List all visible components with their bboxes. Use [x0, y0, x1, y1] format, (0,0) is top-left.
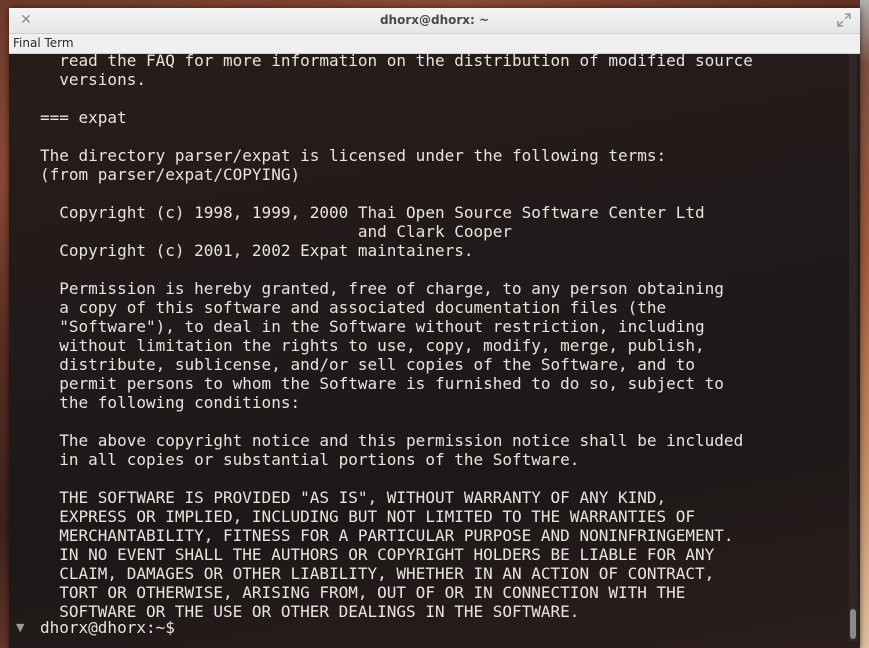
- app-name-label[interactable]: Final Term: [13, 36, 74, 50]
- terminal-line: read the FAQ for more information on the…: [40, 54, 753, 70]
- terminal-line: permit persons to whom the Software is f…: [40, 374, 724, 393]
- terminal-output: read the FAQ for more information on the…: [40, 54, 753, 621]
- triangle-down-icon[interactable]: ▼: [16, 621, 28, 634]
- terminal-line: MERCHANTABILITY, FITNESS FOR A PARTICULA…: [40, 526, 734, 545]
- maximize-icon: [837, 13, 851, 27]
- terminal-line: Copyright (c) 1998, 1999, 2000 Thai Open…: [40, 203, 705, 222]
- scrollbar[interactable]: [849, 54, 857, 642]
- terminal-line: distribute, sublicense, and/or sell copi…: [40, 355, 696, 374]
- terminal-line: (from parser/expat/COPYING): [40, 165, 301, 184]
- menu-bar: Final Term: [9, 34, 860, 54]
- terminal-area[interactable]: read the FAQ for more information on the…: [9, 54, 860, 648]
- terminal-line: Copyright (c) 2001, 2002 Expat maintaine…: [40, 241, 474, 260]
- desktop-background: [860, 0, 869, 648]
- terminal-line: Permission is hereby granted, free of ch…: [40, 279, 724, 298]
- terminal-line: "Software"), to deal in the Software wit…: [40, 317, 705, 336]
- terminal-line: TORT OR OTHERWISE, ARISING FROM, OUT OF …: [40, 583, 686, 602]
- terminal-line: The above copyright notice and this perm…: [40, 431, 744, 450]
- terminal-line: THE SOFTWARE IS PROVIDED "AS IS", WITHOU…: [40, 488, 667, 507]
- terminal-line: EXPRESS OR IMPLIED, INCLUDING BUT NOT LI…: [40, 507, 696, 526]
- title-bar[interactable]: ✕ dhorx@dhorx: ~: [9, 8, 860, 34]
- maximize-button[interactable]: [836, 12, 852, 28]
- terminal-line: the following conditions:: [40, 393, 301, 412]
- window-title: dhorx@dhorx: ~: [379, 13, 490, 27]
- terminal-window: ✕ dhorx@dhorx: ~ Final Term read the FAQ…: [9, 8, 860, 648]
- terminal-line: and Clark Cooper: [40, 222, 513, 241]
- terminal-line: a copy of this software and associated d…: [40, 298, 667, 317]
- terminal-line: IN NO EVENT SHALL THE AUTHORS OR COPYRIG…: [40, 545, 715, 564]
- terminal-line: The directory parser/expat is licensed u…: [40, 146, 667, 165]
- terminal-line: without limitation the rights to use, co…: [40, 336, 705, 355]
- terminal-line: in all copies or substantial portions of…: [40, 450, 580, 469]
- terminal-line: === expat: [40, 108, 127, 127]
- terminal-prompt[interactable]: dhorx@dhorx:~$: [40, 618, 175, 637]
- terminal-line: versions.: [40, 70, 146, 89]
- terminal-line: CLAIM, DAMAGES OR OTHER LIABILITY, WHETH…: [40, 564, 715, 583]
- scrollbar-thumb[interactable]: [850, 609, 856, 639]
